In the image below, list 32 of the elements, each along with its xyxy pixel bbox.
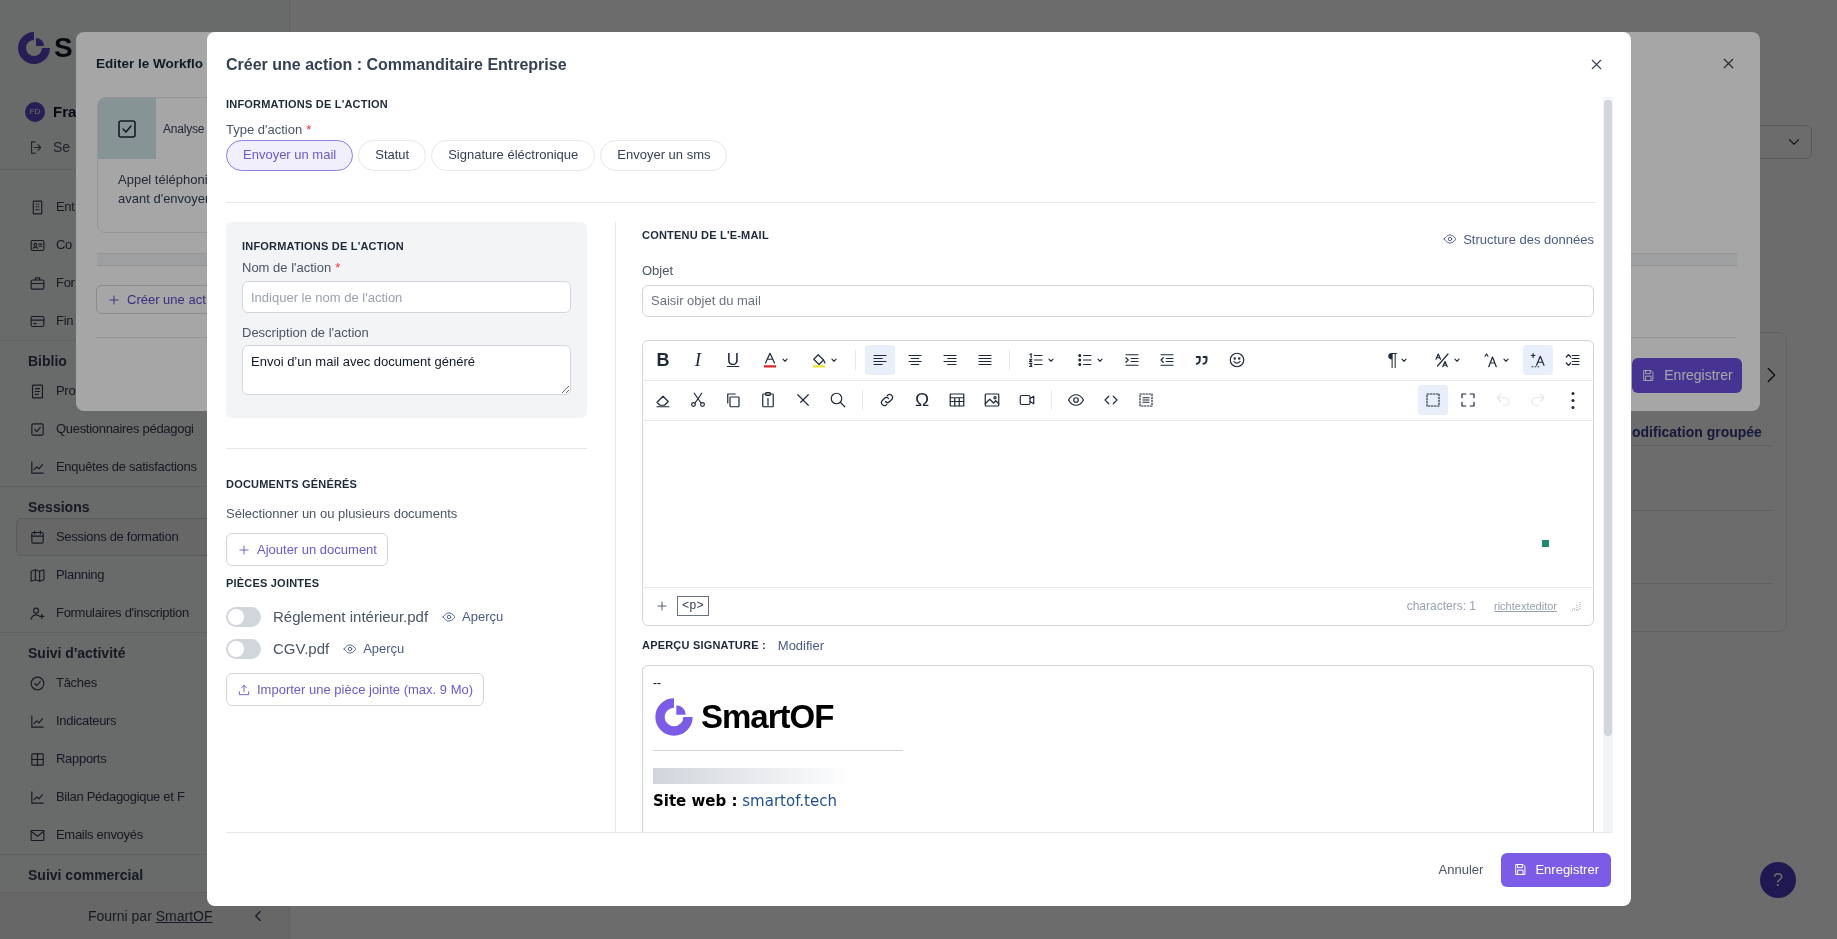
section-heading: INFORMATIONS DE L'ACTION (226, 97, 389, 111)
panel-heading: INFORMATIONS DE L'ACTION (242, 238, 405, 253)
logo-text: S (54, 31, 73, 65)
required-mark: * (306, 121, 312, 139)
file-name: CGV.pdf (273, 638, 330, 659)
file-name: Réglement intérieur.pdf (273, 606, 429, 627)
field-label: Type d'action (226, 121, 303, 139)
signature-dash: -- (653, 676, 662, 690)
step-title: Analyse (163, 120, 205, 138)
logo-text: SmartOF (701, 697, 834, 737)
user-name: Fra (53, 101, 77, 122)
step-description: Appel téléphoni (118, 171, 209, 189)
section-heading: Suivi d'activité (28, 644, 126, 663)
dialog-title: Editer le Workflo (96, 55, 204, 73)
user-avatar: FD (25, 102, 45, 122)
column-header: odification groupée (1632, 423, 1762, 442)
step-description: avant d'envoyer (118, 190, 211, 208)
section-heading: DOCUMENTS GÉNÉRÉS (226, 476, 359, 491)
website-line: Site web : smartof.tech (653, 790, 838, 812)
section-heading: Biblio (28, 352, 67, 371)
field-label: Description de l'action (242, 324, 369, 342)
section-heading: Sessions (28, 498, 90, 517)
section-heading: Suivi commercial (28, 865, 144, 885)
signature-heading: APERÇU SIGNATURE : (642, 638, 766, 653)
required-mark: * (335, 258, 341, 277)
dialog-title: Créer une action : Commanditaire Entreprise (226, 54, 567, 75)
section-heading: PIÈCES JOINTES (226, 576, 321, 590)
section-heading: CONTENU DE L'E-MAIL (642, 227, 769, 242)
field-label: Nom de l'action (242, 258, 332, 277)
character-count: characters: 1 (1406, 598, 1476, 615)
field-label: Objet (642, 262, 674, 280)
powered-by-text: Fourni par SmartOF (88, 906, 213, 926)
